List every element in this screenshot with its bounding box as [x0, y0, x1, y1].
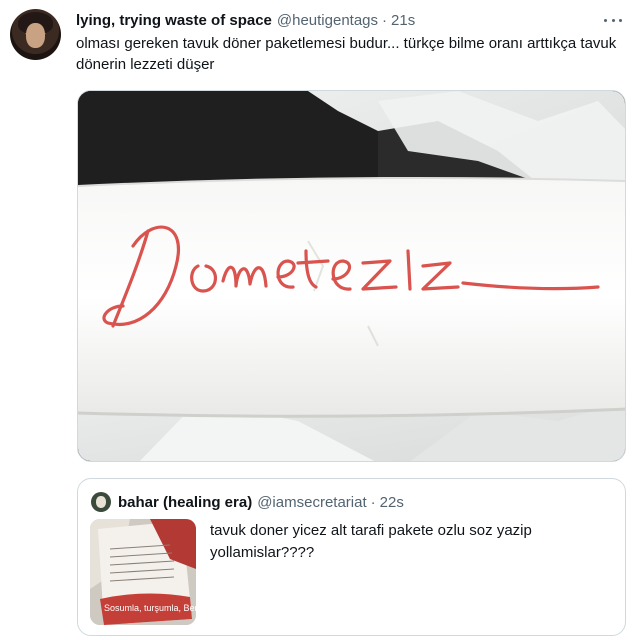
author-handle[interactable]: @heutigentags: [277, 12, 378, 29]
tweet-text: olması gereken tavuk döner paketlemesi b…: [76, 35, 617, 73]
author-display-name[interactable]: lying, trying waste of space: [76, 12, 272, 29]
more-dot: [604, 18, 607, 22]
quoted-tweet-text: tavuk doner yicez alt tarafi pakete ozlu…: [210, 522, 532, 561]
quoted-tweet-header: bahar (healing era) @iamsecretariat · 22…: [118, 491, 404, 513]
tweet-header: lying, trying waste of space @heutigenta…: [76, 9, 625, 31]
thumbnail-caption: Sosumla, turşumla, Beni Böyle Sev...: [104, 603, 196, 613]
quoted-avatar-face: [96, 496, 106, 508]
quoted-header-separator: ·: [370, 493, 376, 511]
author-avatar[interactable]: [10, 9, 61, 60]
photo-illustration: [78, 91, 625, 461]
more-horizontal-icon[interactable]: [604, 12, 622, 28]
quoted-author-handle: @iamsecretariat: [257, 493, 367, 511]
more-dot: [611, 18, 615, 22]
thumbnail-illustration: Sosumla, turşumla, Beni Böyle Sev...: [90, 519, 196, 625]
quoted-author-avatar: [91, 492, 111, 512]
quoted-tweet-thumbnail: Sosumla, turşumla, Beni Böyle Sev...: [90, 519, 196, 625]
quoted-tweet-timestamp: 22s: [379, 493, 404, 511]
quoted-author-display-name: bahar (healing era): [118, 493, 253, 511]
tweet-photo[interactable]: [77, 90, 626, 462]
avatar-face: [26, 23, 45, 48]
header-separator: ·: [382, 11, 388, 29]
tweet-timestamp[interactable]: 21s: [391, 12, 415, 29]
more-dot: [619, 18, 622, 22]
quoted-tweet[interactable]: bahar (healing era) @iamsecretariat · 22…: [77, 478, 626, 636]
